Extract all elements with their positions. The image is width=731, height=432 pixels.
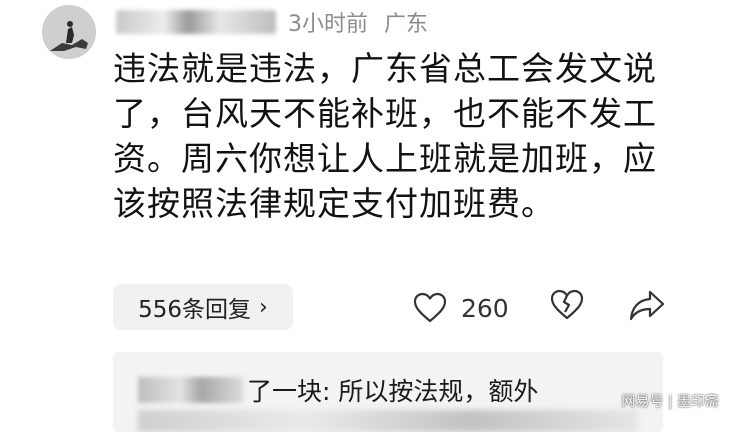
share-arrow-icon bbox=[629, 290, 665, 321]
comment-meta: 3小时前 广东 bbox=[116, 7, 428, 37]
sub-reply-blurred-line bbox=[138, 410, 638, 432]
avatar[interactable] bbox=[42, 5, 96, 59]
share-button[interactable] bbox=[628, 288, 666, 328]
view-replies-button[interactable]: 556条回复 › bbox=[113, 284, 293, 330]
sub-reply-author-blurred bbox=[138, 377, 243, 403]
watermark: 网易号 | 墨印斋 bbox=[621, 394, 719, 410]
dislike-button[interactable] bbox=[550, 288, 584, 328]
sub-reply-line: 了一块: 所以按法规，额外 bbox=[138, 372, 538, 408]
sub-reply-preview[interactable]: 了一块: 所以按法规，额外 bbox=[113, 352, 663, 432]
heart-outline-icon bbox=[413, 292, 447, 323]
broken-heart-icon bbox=[550, 289, 584, 320]
like-button[interactable]: 260 bbox=[413, 288, 509, 328]
comment-location: 广东 bbox=[384, 12, 429, 37]
username-blurred[interactable] bbox=[116, 10, 276, 34]
reply-count-label: 556条回复 bbox=[138, 297, 252, 323]
sub-reply-text: 了一块: 所以按法规，额外 bbox=[247, 377, 539, 406]
comment-body: 违法就是违法，广东省总工会发文说了，台风天不能补班，也不能不发工资。周六你想让人… bbox=[113, 49, 657, 223]
avatar-image bbox=[42, 5, 96, 59]
like-count: 260 bbox=[461, 293, 509, 323]
comment-time: 3小时前 bbox=[288, 12, 368, 37]
chevron-right-icon: › bbox=[259, 294, 268, 320]
